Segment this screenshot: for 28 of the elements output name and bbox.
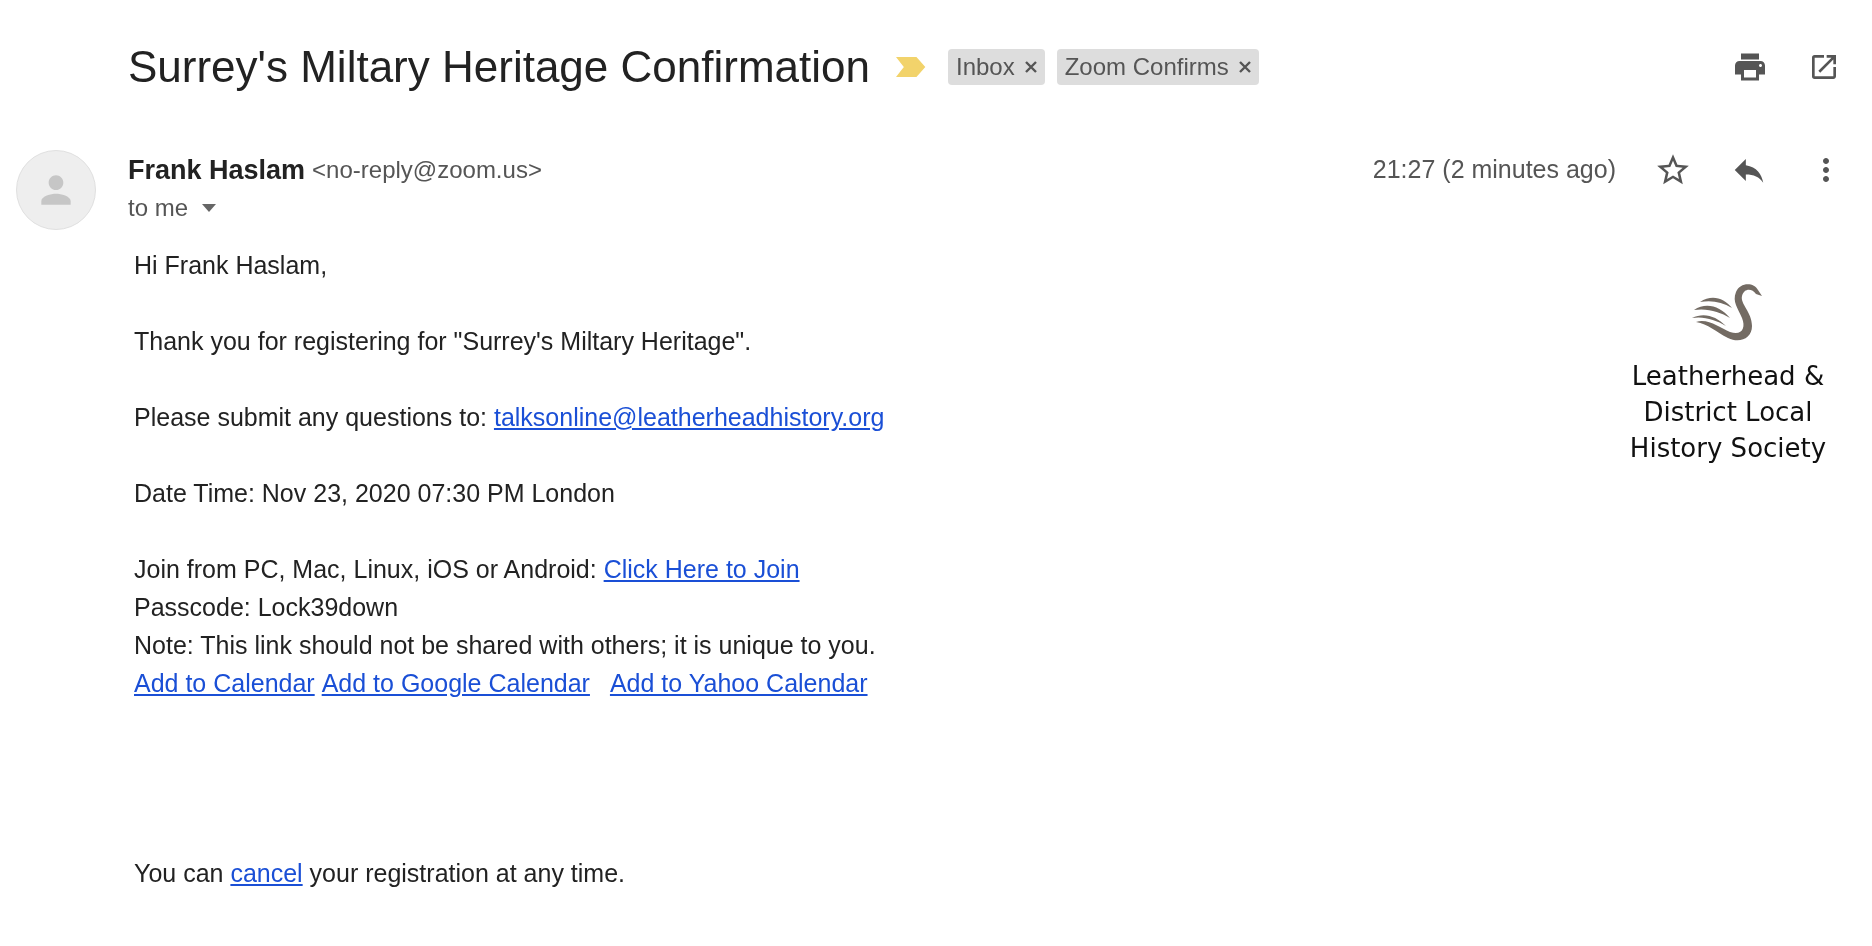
logo-text: Leatherhead &	[1631, 360, 1825, 393]
body-text: Passcode: Lock39down	[134, 592, 399, 623]
logo-text: History Society	[1629, 432, 1827, 465]
body-text: Please submit any questions to: talksonline@leatherheadhistory.org	[134, 402, 885, 433]
sender-name: Frank Haslam	[128, 153, 306, 187]
body-text: Note: This link should not be shared with others; it is unique to you.	[134, 630, 876, 661]
calendar-link[interactable]: Add to Google Calendar	[321, 664, 590, 702]
email-subject: Surrey's Miltary Heritage Confirmation	[128, 41, 870, 93]
body-text: Hi Frank Haslam,	[134, 250, 328, 281]
logo-text: District Local	[1643, 396, 1813, 429]
close-icon[interactable]	[1024, 61, 1037, 73]
label-chip[interactable]: Zoom Confirms	[1056, 49, 1259, 85]
sender-email: <no-reply@zoom.us>	[312, 155, 542, 185]
recipient-dropdown[interactable]: to me	[128, 190, 217, 226]
importance-marker-icon[interactable]	[895, 56, 926, 78]
calendar-link[interactable]: Add to Calendar	[134, 664, 315, 702]
link[interactable]: talksonline@leatherheadhistory.org	[493, 403, 885, 431]
body-text: Join from PC, Mac, Linux, iOS or Android: Click Here to Join	[134, 554, 800, 585]
body-text: Date Time: Nov 23, 2020 07:30 PM London	[134, 478, 615, 509]
label-chip[interactable]: Inbox	[947, 49, 1045, 85]
calendar-link[interactable]: Add to Yahoo Calendar	[609, 664, 868, 702]
body-text: You can cancel your registration at any time.	[134, 858, 626, 889]
caret-icon	[202, 204, 217, 212]
close-icon[interactable]	[1238, 61, 1251, 73]
link[interactable]: Click Here to Join	[603, 555, 800, 583]
timestamp: 21:27 (2 minutes ago)	[1372, 154, 1616, 186]
body-text: Thank you for registering for "Surrey's Miltary Heritage".	[134, 326, 752, 357]
link[interactable]: cancel	[230, 859, 303, 887]
